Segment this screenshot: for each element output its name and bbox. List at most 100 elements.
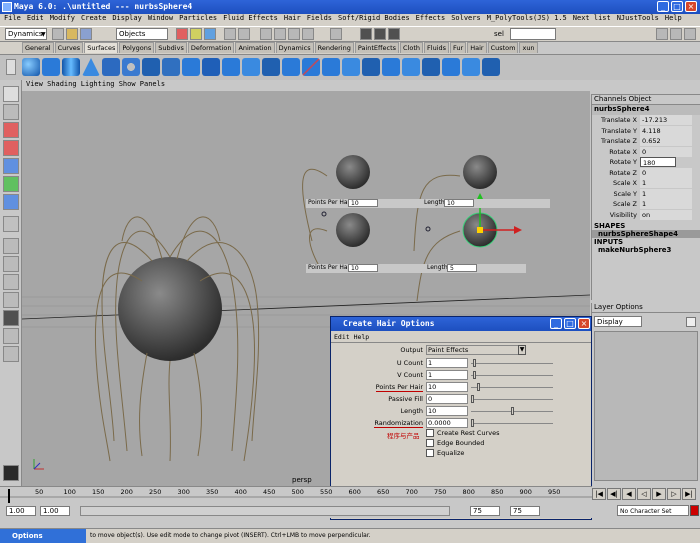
manipulator-tool-icon[interactable]: [3, 194, 19, 210]
step-forward-frame-button[interactable]: ▷: [667, 488, 681, 500]
nurbs-cube-icon[interactable]: [42, 58, 60, 76]
nurbs-circle-icon[interactable]: [142, 58, 160, 76]
loft-icon[interactable]: [202, 58, 220, 76]
options-task[interactable]: Options: [0, 529, 86, 543]
render-settings-icon[interactable]: [388, 28, 400, 40]
attr-rotate-y[interactable]: Rotate Y 180: [592, 157, 700, 168]
lasso-tool-icon[interactable]: [3, 104, 19, 120]
new-layer-icon[interactable]: [686, 317, 696, 327]
mask-icon-1[interactable]: [224, 28, 236, 40]
current-time-marker[interactable]: [8, 489, 10, 503]
menu-njusttools[interactable]: NJustTools: [617, 14, 659, 22]
randomization-slider-handle[interactable]: [471, 419, 474, 427]
dialog-maximize-button[interactable]: □: [564, 318, 576, 329]
shelf-tab-fluids[interactable]: Fluids: [424, 42, 450, 53]
passive-fill-field[interactable]: 0: [426, 394, 468, 404]
untrim-icon[interactable]: [382, 58, 400, 76]
attr-scale-x[interactable]: Scale X1: [592, 178, 700, 189]
u-count-field[interactable]: 1: [426, 358, 468, 368]
time-slider[interactable]: 50 100 150 200 250 300 350 400 450 500 550 600 650 70…: [0, 486, 592, 504]
single-pane-layout-icon[interactable]: [3, 238, 19, 254]
menu-polytools[interactable]: M_PolyTools(JS) 1.5: [487, 14, 567, 22]
points-per-hair-slider-handle[interactable]: [477, 383, 481, 391]
attr-rotate-z[interactable]: Rotate Z0: [592, 167, 700, 179]
square-surface-icon[interactable]: [302, 58, 320, 76]
select-by-hierarchy-icon[interactable]: [176, 28, 188, 40]
output-chevron-down-icon[interactable]: ▼: [518, 345, 526, 355]
paint-select-tool-icon[interactable]: [3, 122, 19, 138]
nurbs-square-icon[interactable]: [162, 58, 180, 76]
persp-graph-layout-icon[interactable]: [3, 292, 19, 308]
history-icon[interactable]: [330, 28, 342, 40]
randomization-field[interactable]: 0.0000: [426, 418, 468, 428]
v-count-slider-handle[interactable]: [472, 371, 476, 379]
menu-next-list[interactable]: Next list: [573, 14, 611, 22]
select-tool-icon[interactable]: [3, 86, 19, 102]
overlay-length-field[interactable]: 10: [444, 199, 474, 207]
nurbs-torus-icon[interactable]: [122, 58, 140, 76]
snap-point-icon[interactable]: [288, 28, 300, 40]
passive-fill-slider-handle[interactable]: [471, 395, 474, 403]
shelf-tab-xun[interactable]: xun: [519, 42, 538, 53]
scale-tool-icon[interactable]: [3, 176, 19, 192]
show-tool-settings-icon[interactable]: [670, 28, 682, 40]
points-per-hair-field[interactable]: 10: [426, 382, 468, 392]
layer-editor-header[interactable]: Layer Options: [592, 303, 700, 313]
menu-solvers[interactable]: Solvers: [451, 14, 481, 22]
project-curve-icon[interactable]: [342, 58, 360, 76]
snap-surface-icon[interactable]: [302, 28, 314, 40]
create-rest-curves-checkbox[interactable]: [426, 429, 434, 437]
menu-particles[interactable]: Particles: [179, 14, 217, 22]
shelf-tab-animation[interactable]: Animation: [235, 42, 275, 53]
selection-mode-field[interactable]: Objects: [116, 28, 168, 40]
open-scene-icon[interactable]: [66, 28, 78, 40]
attr-scale-z[interactable]: Scale Z1: [592, 199, 700, 210]
auto-key-icon[interactable]: [690, 505, 699, 516]
equalize-checkbox[interactable]: [426, 449, 434, 457]
maximize-button[interactable]: □: [671, 1, 683, 12]
snap-grid-icon[interactable]: [260, 28, 272, 40]
menu-effects[interactable]: Effects: [416, 14, 446, 22]
v-count-field[interactable]: 1: [426, 370, 468, 380]
attr-visibility[interactable]: Visibility on: [592, 209, 700, 221]
dialog-close-button[interactable]: ×: [578, 318, 590, 329]
shelf-tab-painteffects[interactable]: PaintEffects: [354, 42, 400, 53]
menu-window[interactable]: Window: [148, 14, 173, 22]
shape-name[interactable]: nurbsSphereShape4: [592, 230, 700, 238]
insert-isoparm-icon[interactable]: [442, 58, 460, 76]
viewport-menu[interactable]: View Shading Lighting Show Panels: [22, 80, 590, 91]
menu-file[interactable]: File: [4, 14, 21, 22]
menu-help[interactable]: Help: [665, 14, 682, 22]
menu-fields[interactable]: Fields: [307, 14, 332, 22]
object-name[interactable]: nurbsSphere4: [592, 105, 700, 115]
shelf-tab-fur[interactable]: Fur: [450, 42, 467, 53]
nurbs-cylinder-icon[interactable]: [62, 58, 80, 76]
shelf-tab-cloth[interactable]: Cloth: [400, 42, 424, 53]
shelf-tab-subdivs[interactable]: Subdivs: [155, 42, 187, 53]
shelf-tab-rendering[interactable]: Rendering: [314, 42, 354, 53]
move-tool-icon[interactable]: [3, 140, 19, 156]
menu-create[interactable]: Create: [81, 14, 106, 22]
hypershade-layout-icon[interactable]: [3, 310, 19, 326]
rebuild-surface-icon[interactable]: [462, 58, 480, 76]
shelf-tab-deformation[interactable]: Deformation: [187, 42, 235, 53]
persp-outliner-layout-icon[interactable]: [3, 274, 19, 290]
menu-hair[interactable]: Hair: [284, 14, 301, 22]
channel-box-header[interactable]: Channels Object: [592, 95, 700, 105]
select-by-component-icon[interactable]: [204, 28, 216, 40]
attach-surfaces-icon[interactable]: [402, 58, 420, 76]
layer-display-dropdown[interactable]: Display: [594, 316, 642, 327]
shelf-tab-surfaces[interactable]: Surfaces: [84, 42, 119, 53]
step-back-key-button[interactable]: ◀|: [607, 488, 621, 500]
play-backward-button[interactable]: ◁: [637, 488, 651, 500]
character-set-selector[interactable]: No Character Set: [617, 505, 689, 516]
intersect-icon[interactable]: [322, 58, 340, 76]
trim-tool-icon[interactable]: [362, 58, 380, 76]
four-pane-layout-icon[interactable]: [3, 256, 19, 272]
revolve-icon[interactable]: [182, 58, 200, 76]
u-count-slider-handle[interactable]: [472, 359, 476, 367]
snap-curve-icon[interactable]: [274, 28, 286, 40]
save-scene-icon[interactable]: [80, 28, 92, 40]
nurbs-sphere-icon[interactable]: [22, 58, 40, 76]
mask-icon-2[interactable]: [238, 28, 250, 40]
